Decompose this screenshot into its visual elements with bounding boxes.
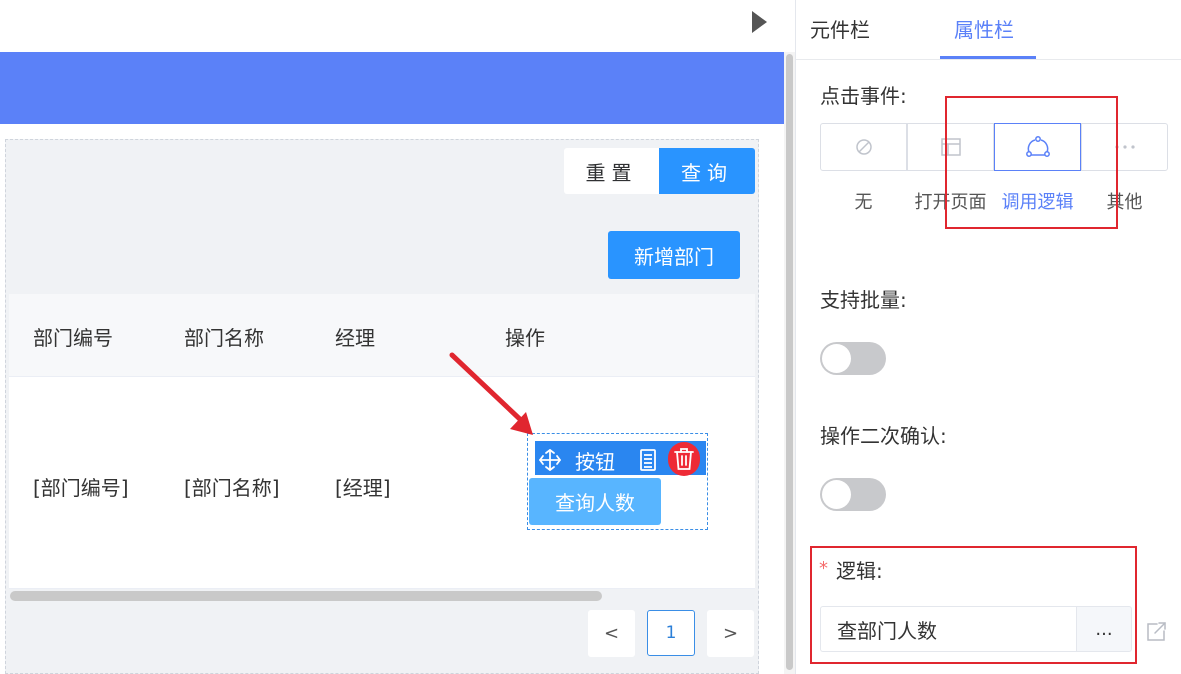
tab-components[interactable]: 元件栏 bbox=[810, 14, 870, 43]
double-confirm-toggle[interactable] bbox=[820, 478, 886, 511]
add-department-button[interactable]: 新增部门 bbox=[608, 231, 740, 279]
edit-external-icon[interactable] bbox=[1145, 621, 1167, 643]
move-icon[interactable] bbox=[538, 448, 562, 472]
logic-label: 逻辑: bbox=[836, 559, 883, 583]
logic-select-button[interactable]: ... bbox=[1076, 606, 1132, 652]
query-count-button[interactable]: 查询人数 bbox=[529, 478, 661, 525]
batch-support-toggle[interactable] bbox=[820, 342, 886, 375]
column-header-dept-id: 部门编号 bbox=[33, 326, 113, 350]
cell-manager: [经理] bbox=[335, 476, 391, 500]
canvas-topbar bbox=[0, 0, 795, 52]
trash-icon[interactable] bbox=[672, 446, 696, 472]
logic-input[interactable]: 查部门人数 bbox=[820, 606, 1076, 652]
cell-dept-name: [部门名称] bbox=[184, 476, 280, 500]
pagination-prev-button[interactable]: < bbox=[588, 610, 635, 657]
pagination-page-1[interactable]: 1 bbox=[647, 610, 695, 656]
click-event-option-none[interactable] bbox=[820, 123, 907, 171]
column-header-dept-name: 部门名称 bbox=[184, 326, 264, 350]
batch-support-label: 支持批量: bbox=[820, 288, 907, 312]
toggle-knob bbox=[822, 344, 851, 373]
tab-properties[interactable]: 属性栏 bbox=[954, 14, 1014, 43]
collapse-panel-icon[interactable] bbox=[750, 10, 768, 34]
annotation-arrow bbox=[449, 352, 533, 435]
required-indicator: * bbox=[819, 558, 828, 579]
cell-dept-id: [部门编号] bbox=[33, 476, 129, 500]
toggle-knob bbox=[822, 480, 851, 509]
copy-icon[interactable] bbox=[636, 447, 660, 473]
query-button[interactable]: 查询 bbox=[659, 148, 755, 194]
horizontal-scrollbar-thumb[interactable] bbox=[10, 591, 602, 601]
ban-icon bbox=[855, 139, 872, 155]
annotation-highlight-box bbox=[945, 96, 1118, 229]
vertical-scrollbar-thumb[interactable] bbox=[786, 54, 793, 670]
active-tab-indicator bbox=[940, 56, 1036, 59]
option-label-none: 无 bbox=[854, 192, 873, 213]
pagination-next-button[interactable]: > bbox=[707, 610, 754, 657]
widget-type-label: 按钮 bbox=[575, 450, 615, 474]
double-confirm-label: 操作二次确认: bbox=[820, 424, 947, 448]
click-event-label: 点击事件: bbox=[820, 84, 907, 108]
column-header-manager: 经理 bbox=[335, 326, 375, 350]
page-header-banner bbox=[0, 52, 784, 124]
reset-button[interactable]: 重置 bbox=[564, 148, 659, 194]
table-header bbox=[9, 294, 755, 377]
